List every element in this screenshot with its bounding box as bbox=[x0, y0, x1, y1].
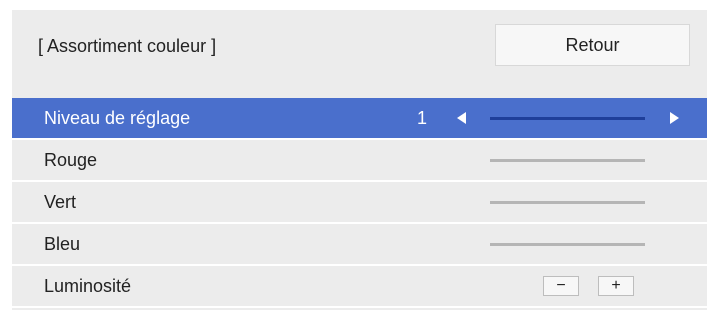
setting-label: Vert bbox=[44, 192, 77, 212]
setting-row-red[interactable]: Rouge bbox=[12, 140, 707, 182]
setting-row-green[interactable]: Vert bbox=[12, 182, 707, 224]
arrow-right-icon[interactable] bbox=[670, 112, 679, 124]
red-slider-track[interactable] bbox=[490, 159, 645, 162]
back-button[interactable]: Retour bbox=[495, 24, 690, 66]
setting-row-brightness[interactable]: Luminosité − + bbox=[12, 266, 707, 308]
blue-slider-track[interactable] bbox=[490, 243, 645, 246]
setting-label: Luminosité bbox=[44, 276, 132, 296]
brightness-increase-button[interactable]: + bbox=[598, 276, 634, 296]
setting-row-adjustment-level[interactable]: Niveau de réglage 1 bbox=[12, 98, 707, 140]
setting-label: Rouge bbox=[44, 150, 98, 170]
settings-list: Niveau de réglage 1 Rouge Vert Bleu Lumi… bbox=[12, 98, 707, 308]
setting-label: Niveau de réglage bbox=[44, 108, 191, 128]
arrow-left-icon[interactable] bbox=[457, 112, 466, 124]
adjustment-level-value: 1 bbox=[417, 108, 428, 128]
setting-label: Bleu bbox=[44, 234, 81, 254]
panel-title: [ Assortiment couleur ] bbox=[38, 36, 217, 56]
brightness-decrease-button[interactable]: − bbox=[543, 276, 579, 296]
adjustment-level-slider-track[interactable] bbox=[490, 117, 645, 120]
color-matching-panel: [ Assortiment couleur ] Retour Niveau de… bbox=[12, 10, 707, 310]
green-slider-track[interactable] bbox=[490, 201, 645, 204]
setting-row-blue[interactable]: Bleu bbox=[12, 224, 707, 266]
